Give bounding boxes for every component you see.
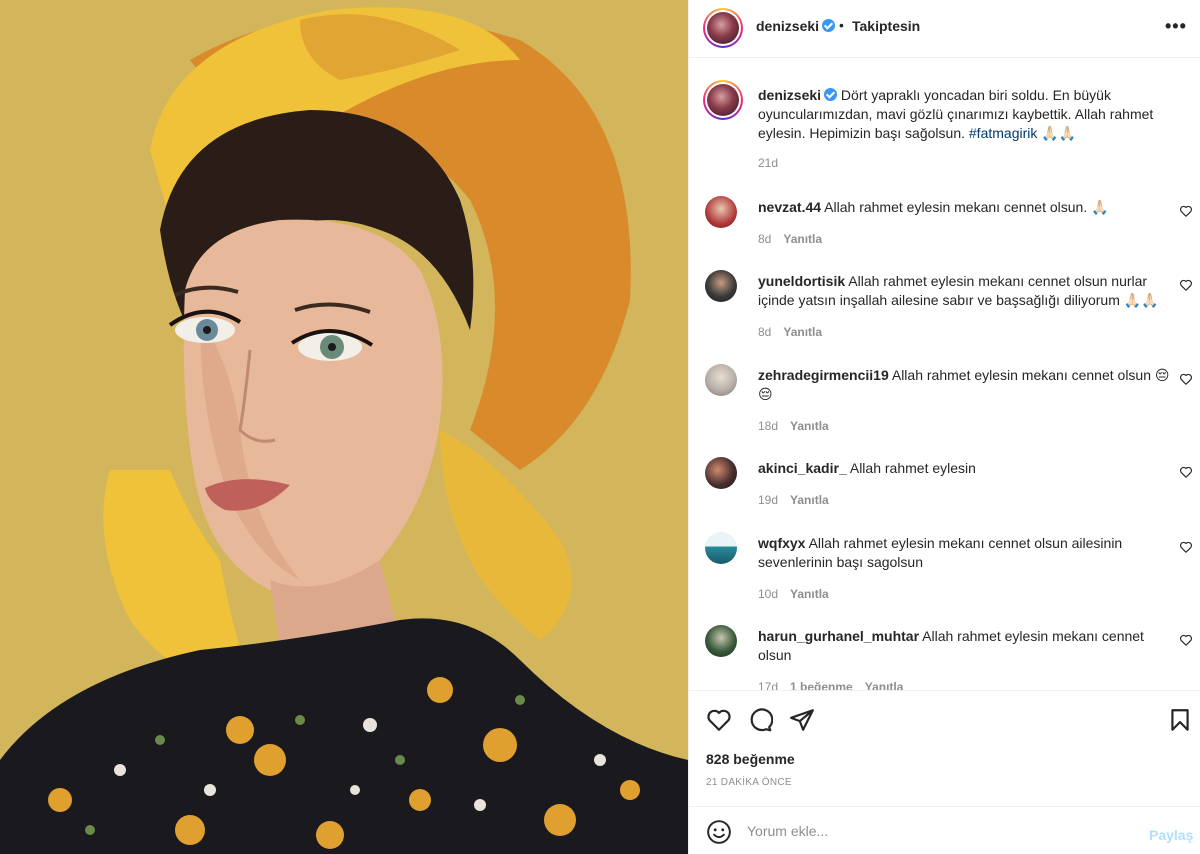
comment-time[interactable]: 18d	[758, 419, 778, 433]
post-header: denizseki • Takiptesin •••	[689, 0, 1200, 58]
comment-input[interactable]	[747, 821, 1127, 841]
commenter-avatar[interactable]	[705, 457, 737, 489]
commenter-avatar[interactable]	[705, 625, 737, 657]
verified-badge-icon	[824, 88, 838, 101]
comment-meta: 8d Yanıtla	[758, 325, 822, 339]
paper-plane-icon[interactable]	[789, 707, 815, 733]
caption-username-link[interactable]: denizseki	[758, 87, 838, 103]
post-timestamp[interactable]: 21 DAKİKA ÖNCE	[706, 777, 792, 788]
caption-avatar[interactable]	[703, 80, 743, 120]
commenter-username[interactable]: yuneldortisik	[758, 273, 845, 289]
comment-like-heart-icon[interactable]	[1179, 465, 1193, 479]
author-username-link[interactable]: denizseki	[756, 18, 836, 34]
commenter-avatar[interactable]	[705, 270, 737, 302]
comment-text: akinci_kadir_ Allah rahmet eylesin	[758, 460, 976, 476]
comment-time[interactable]: 8d	[758, 232, 771, 246]
more-options-icon[interactable]: •••	[1165, 16, 1187, 37]
comment-like-heart-icon[interactable]	[1179, 204, 1193, 218]
commenter-username[interactable]: nevzat.44	[758, 199, 821, 215]
comment-like-heart-icon[interactable]	[1179, 278, 1193, 292]
following-button[interactable]: Takiptesin	[852, 18, 920, 34]
likes-count[interactable]: 828 beğenme	[706, 751, 795, 767]
verified-badge-icon	[822, 19, 836, 32]
commenter-avatar[interactable]	[705, 532, 737, 564]
post-panel: denizseki • Takiptesin ••• denizseki Dör…	[688, 0, 1200, 854]
comment-time[interactable]: 19d	[758, 493, 778, 507]
post-image[interactable]	[0, 0, 688, 854]
commenter-avatar[interactable]	[705, 196, 737, 228]
portrait-illustration	[0, 0, 688, 854]
comment-icon[interactable]	[747, 707, 773, 733]
comment-likes-count[interactable]: 1 beğenme	[790, 680, 853, 690]
comment-time[interactable]: 10d	[758, 587, 778, 601]
comment-meta: 17d 1 beğenme Yanıtla	[758, 680, 903, 690]
comment-time[interactable]: 17d	[758, 680, 778, 690]
add-comment-bar: Paylaş	[689, 806, 1200, 854]
caption-time[interactable]: 21d	[758, 156, 778, 170]
reply-button[interactable]: Yanıtla	[790, 419, 829, 433]
commenter-username[interactable]: akinci_kadir_	[758, 460, 847, 476]
heart-icon[interactable]	[706, 707, 732, 733]
hashtag-link[interactable]: #fatmagirik	[969, 125, 1037, 141]
avatar[interactable]	[703, 8, 743, 48]
commenter-avatar[interactable]	[705, 364, 737, 396]
bookmark-icon[interactable]	[1167, 707, 1193, 733]
comments-list[interactable]: denizseki Dört yapraklı yoncadan biri so…	[689, 58, 1200, 690]
comment-text: wqfxyx Allah rahmet eylesin mekanı cenne…	[758, 535, 1123, 570]
comment-meta: 10d Yanıtla	[758, 587, 829, 601]
comment-text: zehradegirmencii19 Allah rahmet eylesin …	[758, 367, 1170, 402]
comment-meta: 19d Yanıtla	[758, 493, 829, 507]
comment-like-heart-icon[interactable]	[1179, 540, 1193, 554]
commenter-username[interactable]: zehradegirmencii19	[758, 367, 889, 383]
comment-meta: 18d Yanıtla	[758, 419, 829, 433]
comment-meta: 8d Yanıtla	[758, 232, 822, 246]
smiley-icon[interactable]	[706, 819, 732, 845]
comment-like-heart-icon[interactable]	[1179, 633, 1193, 647]
reply-button[interactable]: Yanıtla	[865, 680, 904, 690]
comment-text: harun_gurhanel_muhtar Allah rahmet eyles…	[758, 628, 1144, 663]
reply-button[interactable]: Yanıtla	[790, 587, 829, 601]
comment-like-heart-icon[interactable]	[1179, 372, 1193, 386]
post-actions: 828 beğenme 21 DAKİKA ÖNCE	[689, 690, 1200, 806]
separator-dot: •	[839, 17, 844, 33]
caption-emoji: 🙏🏻🙏🏻	[1041, 125, 1077, 141]
comment-text: nevzat.44 Allah rahmet eylesin mekanı ce…	[758, 199, 1109, 215]
reply-button[interactable]: Yanıtla	[790, 493, 829, 507]
comment-text: yuneldortisik Allah rahmet eylesin mekan…	[758, 273, 1159, 308]
commenter-username[interactable]: harun_gurhanel_muhtar	[758, 628, 919, 644]
caption-text: denizseki Dört yapraklı yoncadan biri so…	[758, 86, 1183, 143]
commenter-username[interactable]: wqfxyx	[758, 535, 805, 551]
reply-button[interactable]: Yanıtla	[783, 232, 822, 246]
reply-button[interactable]: Yanıtla	[783, 325, 822, 339]
post-comment-button[interactable]: Paylaş	[1149, 827, 1193, 843]
comment-time[interactable]: 8d	[758, 325, 771, 339]
